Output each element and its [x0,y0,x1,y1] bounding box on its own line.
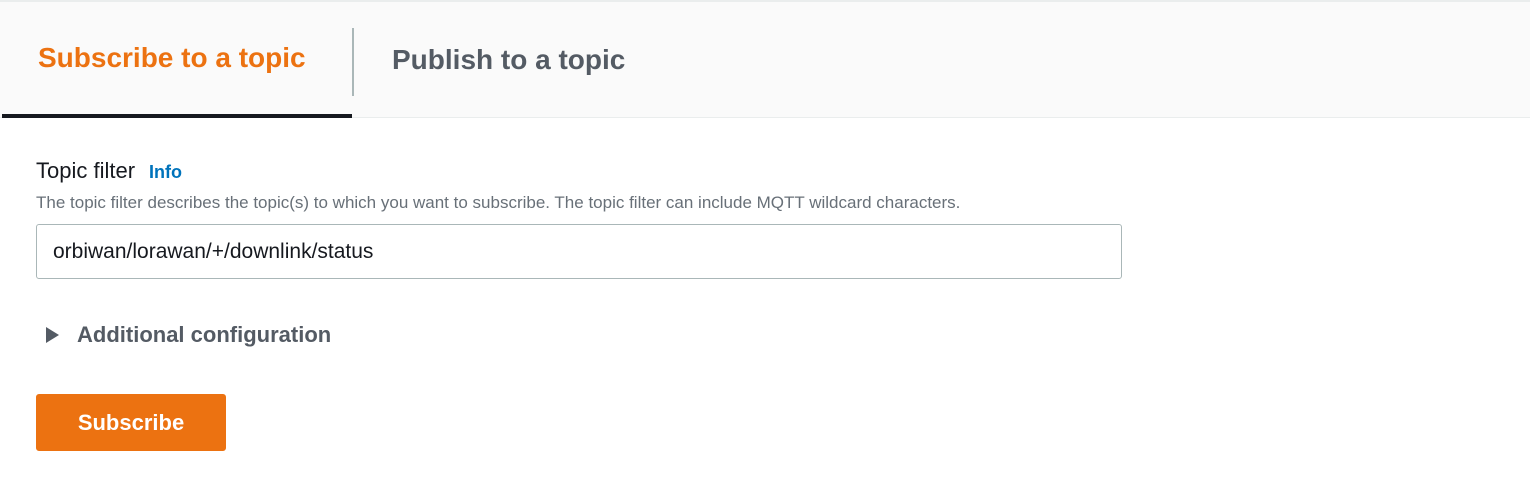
topic-filter-label: Topic filter [36,158,136,183]
tab-publish-to-topic[interactable]: Publish to a topic [392,2,625,118]
additional-configuration-label: Additional configuration [77,322,332,347]
subscribe-button[interactable]: Subscribe [36,394,226,451]
tab-subscribe-label: Subscribe to a topic [38,42,306,73]
additional-configuration-expander[interactable]: Additional configuration [46,322,331,348]
caret-right-icon [46,327,59,343]
topic-filter-description: The topic filter describes the topic(s) … [36,193,961,212]
tab-publish-label: Publish to a topic [392,44,626,75]
tab-divider [352,28,354,96]
topic-filter-input[interactable] [36,224,1122,279]
info-link[interactable]: Info [149,162,182,183]
topic-filter-label-row: Topic filter Info [36,158,182,184]
tab-bar: Subscribe to a topic Publish to a topic [0,0,1530,118]
tab-subscribe-to-topic[interactable]: Subscribe to a topic [2,2,352,118]
